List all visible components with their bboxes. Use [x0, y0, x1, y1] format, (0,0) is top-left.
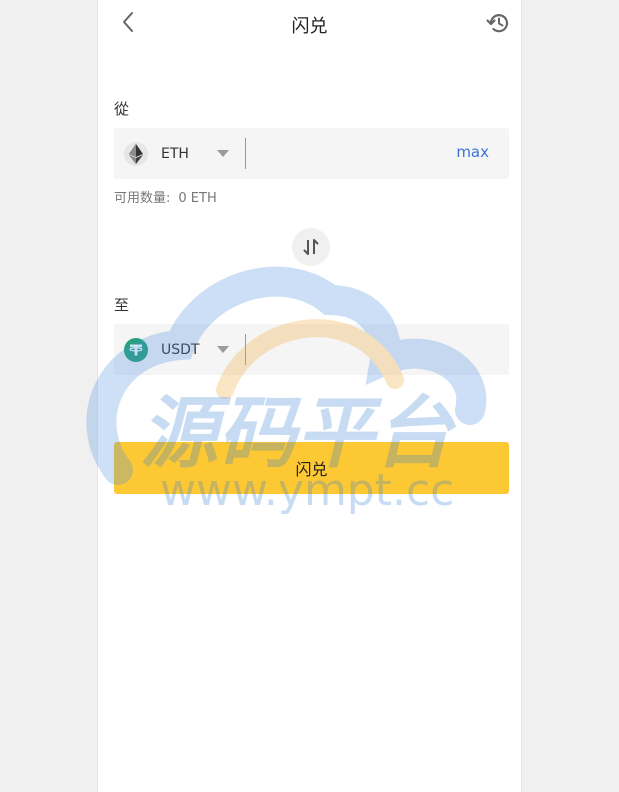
usdt-icon [124, 337, 148, 362]
caret-down-icon [217, 150, 229, 157]
available-value: 0 ETH [178, 191, 217, 206]
from-token-symbol: ETH [161, 145, 189, 162]
to-token-select[interactable]: USDT [124, 324, 244, 375]
caret-down-icon [217, 346, 229, 353]
to-token-row: USDT [114, 324, 509, 375]
available-label: 可用数量: [114, 191, 171, 206]
to-amount-input[interactable] [254, 332, 448, 369]
divider [245, 138, 246, 169]
from-amount-input[interactable] [254, 136, 448, 173]
history-icon [486, 14, 509, 33]
max-button[interactable]: max [456, 143, 489, 161]
history-button[interactable] [485, 10, 511, 36]
eth-icon [124, 141, 148, 166]
page-title: 闪兑 [291, 16, 328, 37]
to-token-symbol: USDT [161, 341, 200, 358]
from-token-select[interactable]: ETH [124, 128, 244, 179]
divider [245, 334, 246, 365]
from-label: 從 [114, 100, 130, 118]
swap-vertical-icon [303, 239, 319, 255]
swap-direction-button[interactable] [292, 228, 330, 266]
from-token-row: ETH max [114, 128, 509, 179]
swap-submit-button[interactable]: 闪兑 [114, 442, 509, 494]
available-balance: 可用数量: 0 ETH [114, 187, 217, 206]
header: 闪兑 [98, 0, 521, 48]
app-screen: 闪兑 從 ETH max 可用数量: 0 ETH 至 USDT 闪兑 [97, 0, 522, 792]
to-label: 至 [114, 296, 130, 314]
